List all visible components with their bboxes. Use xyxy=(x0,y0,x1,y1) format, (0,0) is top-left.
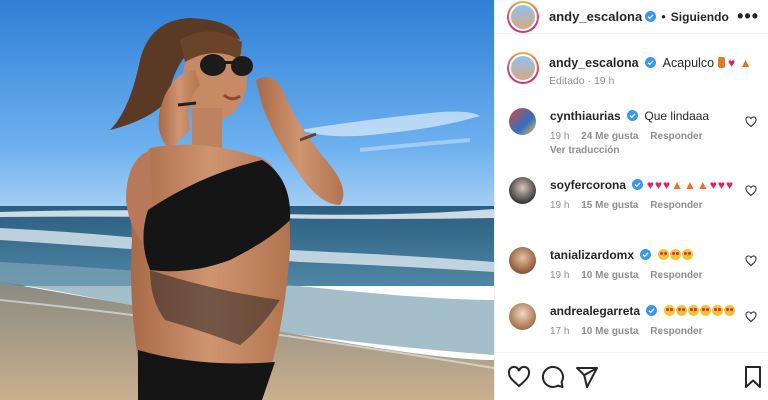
comment-item: tanializardomx 19 h 10 Me gusta Responde… xyxy=(509,247,761,281)
heart-icon[interactable] xyxy=(507,365,531,389)
verified-icon xyxy=(640,249,652,260)
comment-emojis xyxy=(663,304,736,318)
see-translation-button[interactable]: Ver traducción xyxy=(550,145,738,156)
share-icon[interactable] xyxy=(575,365,599,389)
reply-button[interactable]: Responder xyxy=(650,131,702,142)
commenter-avatar[interactable] xyxy=(509,303,536,330)
edited-timestamp: Editado · 19 h xyxy=(549,75,615,87)
post-photo[interactable] xyxy=(0,0,494,400)
comment-meta: 19 h 24 Me gusta Responder xyxy=(550,131,738,142)
comment-meta: 19 h 15 Me gusta Responder xyxy=(550,200,738,211)
beach-photo xyxy=(0,0,494,400)
comment-text: Que lindaaa xyxy=(644,109,710,123)
bookmark-icon[interactable] xyxy=(741,365,765,389)
reply-button[interactable]: Responder xyxy=(650,200,702,211)
commenter-username[interactable]: andrealegarreta xyxy=(550,304,640,318)
caption-avatar xyxy=(509,54,537,82)
comment-likes[interactable]: 10 Me gusta xyxy=(581,326,638,337)
verified-icon xyxy=(646,305,658,316)
comment-time: 19 h xyxy=(550,131,570,142)
like-comment-heart-icon[interactable] xyxy=(745,255,757,267)
post-header: andy_escalona • Siguiendo ••• xyxy=(495,0,768,34)
comment-item: andrealegarreta 17 h 10 Me gusta Respond… xyxy=(509,303,761,337)
comment-meta: 19 h 10 Me gusta Responder xyxy=(550,270,738,281)
like-comment-heart-icon[interactable] xyxy=(745,311,757,323)
verified-icon xyxy=(645,11,657,22)
comment-emojis xyxy=(657,248,694,262)
post-caption: andy_escalona Acapulco ♥ ▲ Editado · 19 … xyxy=(507,52,759,87)
like-comment-heart-icon[interactable] xyxy=(745,185,757,197)
verified-icon xyxy=(645,57,657,68)
caption-username[interactable]: andy_escalona xyxy=(549,56,639,70)
bikini-emoji xyxy=(717,57,725,68)
reply-button[interactable]: Responder xyxy=(650,326,702,337)
comment-meta: 17 h 10 Me gusta Responder xyxy=(550,326,738,337)
author-avatar xyxy=(509,2,537,31)
like-comment-heart-icon[interactable] xyxy=(745,116,757,128)
commenter-avatar[interactable] xyxy=(509,247,536,274)
caption-avatar-ring[interactable] xyxy=(507,52,539,84)
caption-text: Acapulco xyxy=(662,56,715,70)
commenter-username[interactable]: soyfercorona xyxy=(550,178,626,192)
comment-emojis: ♥♥♥▲▲▲♥♥♥ xyxy=(646,178,734,192)
separator-dot: • xyxy=(661,9,666,24)
comment-likes[interactable]: 15 Me gusta xyxy=(581,200,638,211)
post-action-bar xyxy=(495,352,768,400)
commenter-username[interactable]: cynthiaurias xyxy=(550,109,621,123)
comments-scroll[interactable]: andy_escalona Acapulco ♥ ▲ Editado · 19 … xyxy=(495,35,768,352)
red-heart-emoji: ♥ xyxy=(728,56,736,70)
comment-item: soyfercorona ♥♥♥▲▲▲♥♥♥ 19 h 15 Me gusta … xyxy=(509,177,761,211)
verified-icon xyxy=(627,110,639,121)
following-button[interactable]: Siguiendo xyxy=(671,10,729,24)
comment-item: cynthiaurias Que lindaaa 19 h 24 Me gust… xyxy=(509,108,761,156)
comment-time: 19 h xyxy=(550,200,570,211)
verified-icon xyxy=(632,179,644,190)
post-side-panel: andy_escalona • Siguiendo ••• andy_escal… xyxy=(494,0,768,400)
author-username[interactable]: andy_escalona xyxy=(549,9,642,24)
more-options-icon[interactable]: ••• xyxy=(737,6,759,27)
commenter-avatar[interactable] xyxy=(509,177,536,204)
commenter-username[interactable]: tanializardomx xyxy=(550,248,634,262)
author-avatar-ring[interactable] xyxy=(507,0,539,33)
comment-time: 19 h xyxy=(550,270,570,281)
comment-likes[interactable]: 24 Me gusta xyxy=(581,131,638,142)
comment-icon[interactable] xyxy=(541,365,565,389)
commenter-avatar[interactable] xyxy=(509,108,536,135)
comment-likes[interactable]: 10 Me gusta xyxy=(581,270,638,281)
comment-time: 17 h xyxy=(550,326,570,337)
reply-button[interactable]: Responder xyxy=(650,270,702,281)
fire-emoji: ▲ xyxy=(739,56,752,70)
